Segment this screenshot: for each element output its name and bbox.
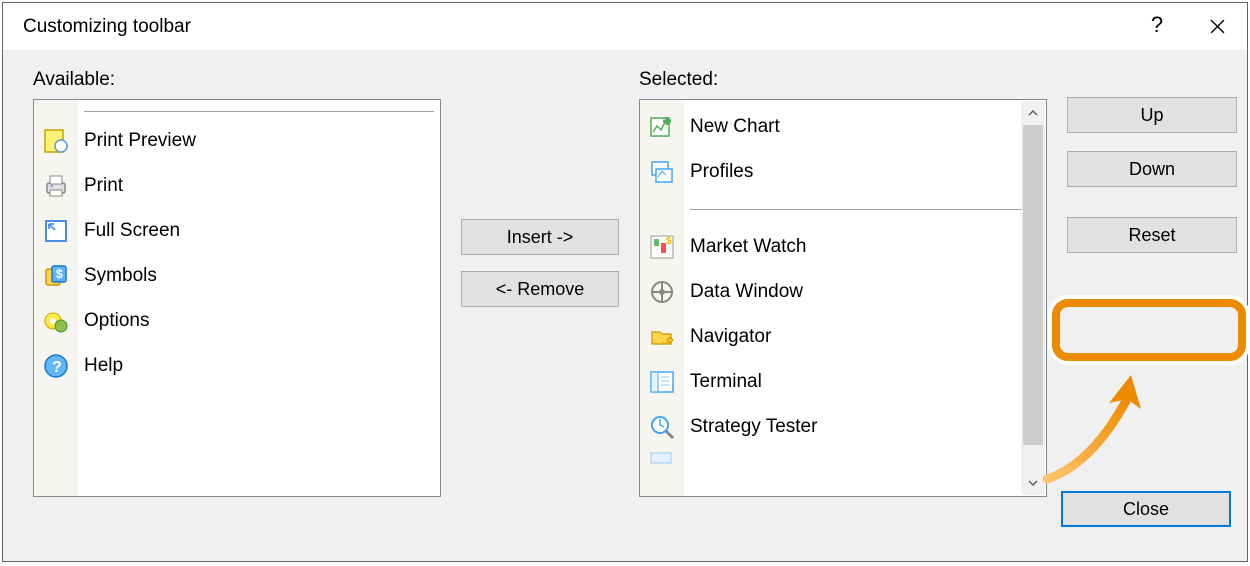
list-item-label: Help — [84, 355, 123, 377]
insert-button[interactable]: Insert -> — [461, 219, 619, 255]
reset-button-label: Reset — [1128, 225, 1175, 246]
profiles-icon — [649, 159, 675, 185]
symbols-icon: $ — [43, 263, 69, 289]
close-window-button[interactable] — [1187, 3, 1247, 51]
up-button[interactable]: Up — [1067, 97, 1237, 133]
terminal-icon — [649, 369, 675, 395]
print-icon — [43, 173, 69, 199]
list-item-label: Print — [84, 175, 123, 197]
down-button[interactable]: Down — [1067, 151, 1237, 187]
scroll-up-button[interactable] — [1021, 101, 1045, 125]
market-watch-icon: $ — [649, 234, 675, 260]
titlebar: Customizing toolbar ? — [3, 3, 1247, 51]
help-button[interactable]: ? — [1127, 3, 1187, 51]
navigator-icon — [649, 324, 675, 350]
fullscreen-icon — [43, 218, 69, 244]
selected-column: Selected: $ New Chart — [639, 69, 1047, 541]
strategy-tester-icon — [649, 414, 675, 440]
transfer-buttons: Insert -> <- Remove — [461, 69, 619, 541]
separator[interactable] — [684, 194, 1046, 224]
list-item-label: Data Window — [690, 281, 803, 303]
down-button-label: Down — [1129, 159, 1175, 180]
list-item-label: Options — [84, 310, 149, 332]
up-button-label: Up — [1140, 105, 1163, 126]
available-listbox[interactable]: $ ? Print Preview Print Full Screen Symb… — [33, 99, 441, 497]
close-button-label: Close — [1123, 499, 1169, 520]
list-item[interactable]: Print — [78, 163, 440, 208]
list-item[interactable]: Market Watch — [684, 224, 1046, 269]
svg-text:?: ? — [52, 359, 62, 376]
list-item-label: Full Screen — [84, 220, 180, 242]
close-icon — [1210, 19, 1225, 34]
list-item-label: Terminal — [690, 371, 762, 393]
list-item-label: Print Preview — [84, 130, 196, 152]
list-item[interactable]: Strategy Tester — [684, 404, 1046, 449]
list-item-label: Profiles — [690, 161, 753, 183]
list-item[interactable]: Profiles — [684, 149, 1046, 194]
list-item[interactable]: Help — [78, 343, 440, 388]
list-item-label: Navigator — [690, 326, 771, 348]
svg-text:$: $ — [666, 236, 672, 247]
list-item[interactable]: Full Screen — [78, 208, 440, 253]
chevron-down-icon — [1028, 480, 1038, 486]
highlight-annotation — [1052, 299, 1246, 361]
remove-button-label: <- Remove — [496, 279, 585, 300]
data-window-icon — [649, 279, 675, 305]
customize-toolbar-dialog: Customizing toolbar ? Available: $ — [2, 2, 1248, 562]
separator — [78, 104, 440, 118]
insert-button-label: Insert -> — [507, 227, 574, 248]
available-column: Available: $ ? Print Preview — [33, 69, 441, 541]
available-label: Available: — [33, 69, 441, 91]
list-item-label: Symbols — [84, 265, 157, 287]
scrollbar[interactable] — [1021, 101, 1045, 495]
list-item-label: New Chart — [690, 116, 780, 138]
list-item-label: Strategy Tester — [690, 416, 817, 438]
selected-label: Selected: — [639, 69, 1047, 91]
help-icon: ? — [43, 353, 69, 379]
available-icon-gutter: $ ? — [34, 100, 78, 496]
chevron-up-icon — [1028, 110, 1038, 116]
reset-button[interactable]: Reset — [1067, 217, 1237, 253]
close-button[interactable]: Close — [1061, 491, 1231, 527]
list-item[interactable]: Navigator — [684, 314, 1046, 359]
list-item[interactable]: Options — [78, 298, 440, 343]
remove-button[interactable]: <- Remove — [461, 271, 619, 307]
order-buttons-column: Up Down Reset Close — [1067, 69, 1237, 541]
scroll-down-button[interactable] — [1021, 471, 1045, 495]
list-item[interactable]: Print Preview — [78, 118, 440, 163]
list-item[interactable]: Symbols — [78, 253, 440, 298]
print-preview-icon — [43, 128, 69, 154]
options-icon — [43, 308, 69, 334]
list-item-label: Market Watch — [690, 236, 807, 258]
svg-text:$: $ — [56, 267, 63, 281]
selected-icon-gutter: $ — [640, 100, 684, 496]
list-item[interactable]: Data Window — [684, 269, 1046, 314]
partial-icon — [649, 451, 675, 469]
list-item[interactable]: New Chart — [684, 104, 1046, 149]
new-chart-icon — [649, 114, 675, 140]
dialog-title: Customizing toolbar — [23, 16, 191, 38]
list-item[interactable]: Terminal — [684, 359, 1046, 404]
scroll-thumb[interactable] — [1023, 125, 1043, 445]
arrow-annotation-icon — [1037, 369, 1157, 489]
selected-listbox[interactable]: $ New Chart Profiles Market Watch Data W… — [639, 99, 1047, 497]
